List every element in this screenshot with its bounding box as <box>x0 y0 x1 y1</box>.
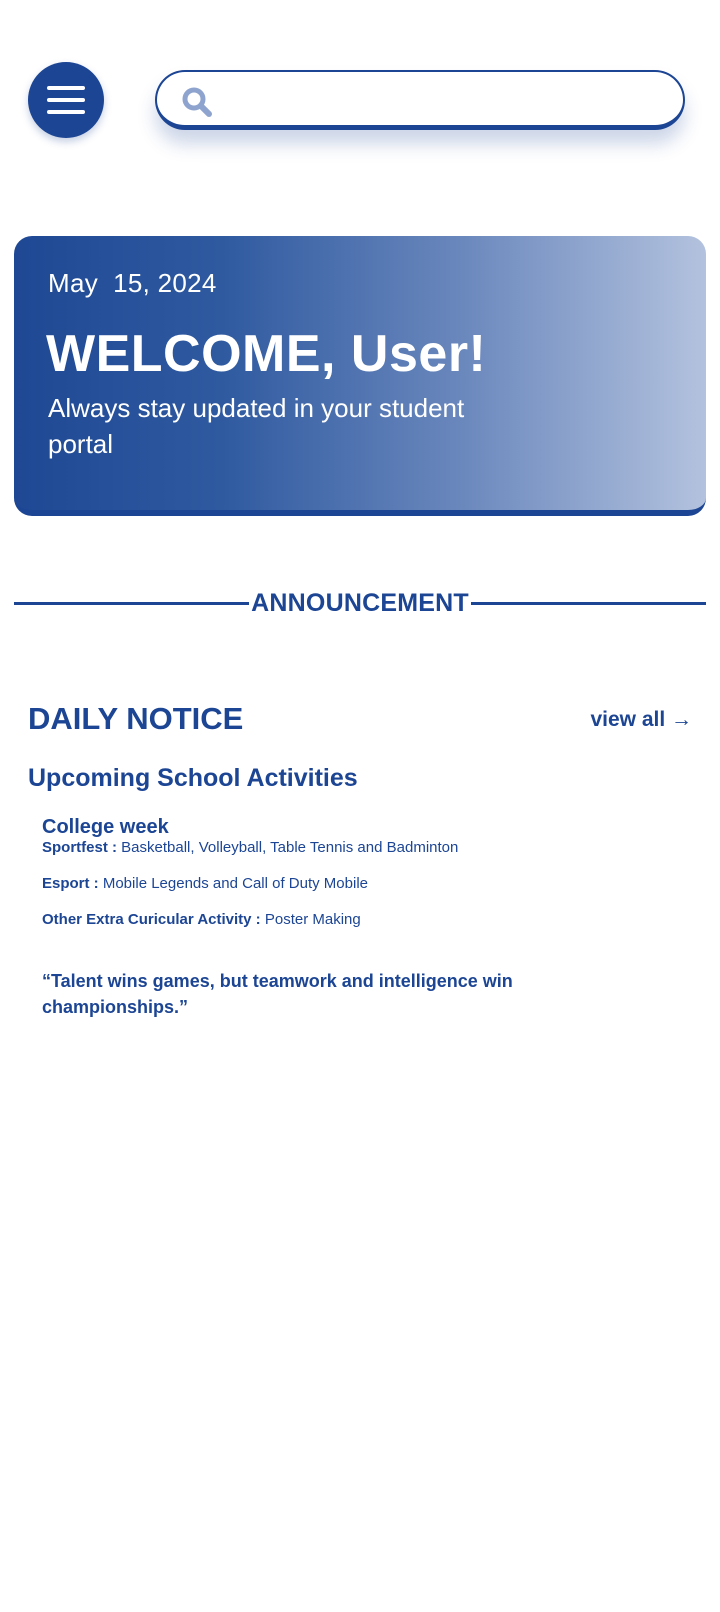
section-title: Upcoming School Activities <box>28 764 358 792</box>
divider-line-left <box>14 601 250 605</box>
activity-value: Mobile Legends and Call of Duty Mobile <box>102 875 368 892</box>
current-date: May 15, 2024 <box>48 268 217 298</box>
search-bar[interactable] <box>155 70 685 130</box>
divider-line-right <box>470 601 707 605</box>
daily-notice-title: DAILY NOTICE <box>28 701 244 736</box>
announcement-divider: ANNOUNCEMENT <box>14 588 707 618</box>
search-input[interactable] <box>229 80 663 122</box>
activity-item-sportfest: Sportfest : Basketball, Volleyball, Tabl… <box>42 839 458 856</box>
welcome-banner: May 15, 2024 WELCOME, User! Always stay … <box>14 236 706 516</box>
activity-value: Poster Making <box>264 911 361 928</box>
activity-value: Basketball, Volleyball, Table Tennis and… <box>121 839 459 856</box>
announcement-heading: ANNOUNCEMENT <box>251 588 469 617</box>
hamburger-menu-icon <box>47 86 85 90</box>
hamburger-menu-icon-bar <box>47 110 85 114</box>
activity-label: Sportfest : <box>42 839 117 856</box>
activity-label: Other Extra Curicular Activity : <box>42 911 261 928</box>
view-all-link[interactable]: view all → <box>590 708 692 732</box>
event-title: College week <box>42 816 169 838</box>
hamburger-menu-icon-bar <box>47 98 85 102</box>
motivational-quote: “Talent wins games, but teamwork and int… <box>42 971 513 1017</box>
welcome-title: WELCOME, User! <box>46 325 487 383</box>
activity-item-extracurricular: Other Extra Curicular Activity : Poster … <box>42 911 361 928</box>
welcome-subtitle: Always stay updated in your student port… <box>48 393 465 459</box>
menu-button[interactable] <box>28 62 104 138</box>
search-icon <box>182 87 212 117</box>
activity-item-esport: Esport : Mobile Legends and Call of Duty… <box>42 875 368 892</box>
activity-label: Esport : <box>42 875 99 892</box>
